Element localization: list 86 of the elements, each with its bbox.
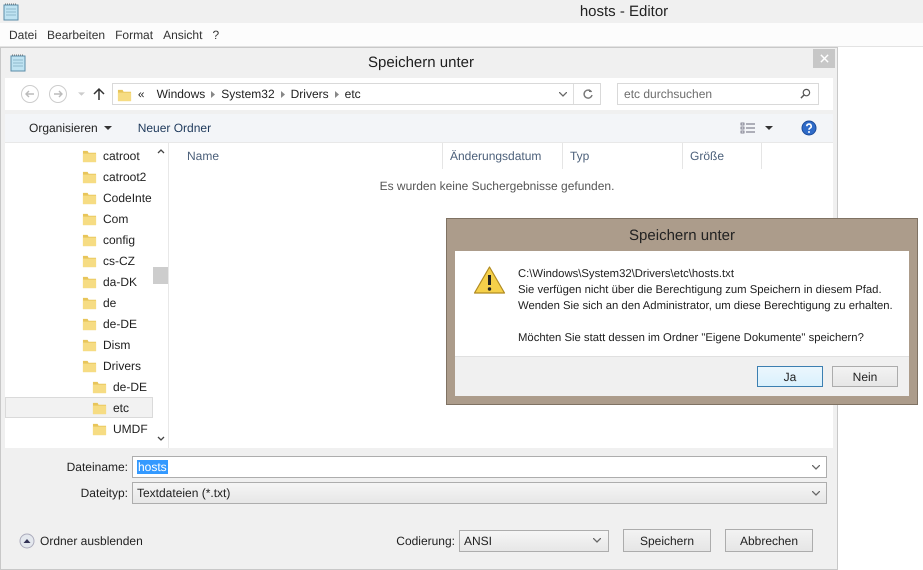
scroll-up-icon[interactable] [156,149,164,154]
menu-item[interactable]: Bearbeiten [42,28,110,42]
tree-item[interactable]: Dism [5,334,153,355]
empty-message: Es wurden keine Suchergebnisse gefunden. [378,179,616,193]
breadcrumb-overflow[interactable]: « [138,87,145,101]
tree-item[interactable]: da-DK [5,271,153,292]
folder-icon [82,211,97,226]
new-folder-button[interactable]: Neuer Ordner [128,121,222,135]
chevron-down-icon[interactable] [593,538,601,543]
caret-icon [104,126,112,130]
encoding-dropdown[interactable]: ANSI [459,530,609,552]
help-icon[interactable] [801,120,817,136]
collapse-icon [19,532,35,548]
folder-icon [82,169,97,184]
up-arrow-icon[interactable] [92,87,105,101]
folder-icon [82,295,97,310]
column-header[interactable]: Größe [683,143,762,169]
breadcrumb-separator-icon[interactable] [280,90,285,98]
chevron-down-icon[interactable] [812,464,820,470]
folder-icon [92,379,107,394]
folder-icon [82,148,97,163]
message-title: Speichern unter [628,226,736,246]
breadcrumb-segment[interactable]: System32 [221,87,275,101]
tree-item[interactable]: Drivers [5,355,153,376]
warning-icon [473,266,506,294]
hide-folders-button[interactable]: Ordner ausblenden [19,532,143,548]
scroll-thumb[interactable] [153,267,168,284]
list-view-icon[interactable] [740,122,756,134]
folder-icon [92,400,107,415]
menu-item[interactable]: Datei [4,28,42,42]
folder-icon [82,337,97,352]
field-label: Codierung: [396,534,455,548]
folder-icon [82,316,97,331]
close-icon [820,54,828,63]
message-text: Sie verfügen nicht über die Berechtigung zum Speichern in diesem Pfad. [518,283,883,298]
folder-icon [82,232,97,247]
field-label: Dateityp: [80,486,129,500]
breadcrumb-separator-icon[interactable] [211,90,216,98]
window-title: hosts - Editor [580,3,668,20]
tree-item[interactable]: de-DE [5,376,153,397]
folder-icon [82,253,97,268]
refresh-icon[interactable] [582,88,594,100]
column-header[interactable]: Name [171,143,443,169]
tree-item[interactable]: config [5,229,153,250]
dialog-button[interactable]: Abbrechen [725,529,813,552]
breadcrumb-segment[interactable]: Drivers [290,87,329,101]
menu-item[interactable]: Format [110,28,158,42]
notepad-icon [3,2,19,20]
filetype-dropdown[interactable]: Textdateien (*.txt) [132,482,827,504]
menu-item[interactable]: ? [207,28,224,42]
tree-item[interactable]: cs-CZ [5,250,153,271]
search-icon [800,88,812,99]
scroll-down-icon[interactable] [156,436,164,441]
tree-item[interactable]: catroot2 [5,166,153,187]
message-button[interactable]: Ja [757,366,823,387]
folder-icon [82,274,97,289]
notepad-icon [10,54,26,72]
message-question: Möchten Sie statt dessen im Ordner "Eigene Dokumente" speichern? [518,331,865,346]
chevron-down-icon[interactable] [559,92,568,96]
search-field[interactable]: etc durchsuchen [617,83,820,105]
tree-item[interactable]: catroot [5,145,153,166]
tree-item[interactable]: etc [5,397,153,418]
message-text: C:\Windows\System32\Drivers\etc\hosts.txt [518,267,735,282]
address-bar[interactable]: « Windows System32 Drivers etc [112,83,602,105]
tree-item[interactable]: CodeInte [5,187,153,208]
chevron-down-icon[interactable] [812,490,820,496]
tree-item[interactable]: UMDF [5,418,153,439]
breadcrumb-separator-icon[interactable] [334,90,339,98]
dropdown-caret-icon[interactable] [765,126,773,130]
tree-item[interactable]: de [5,292,153,313]
breadcrumb-segment[interactable]: Windows [156,87,206,101]
field-label: Dateiname: [66,460,129,474]
column-header[interactable]: Änderungsdatum [443,143,563,169]
menu-item[interactable]: Ansicht [158,28,208,42]
folder-icon [82,358,97,373]
breadcrumb-segment[interactable]: etc [344,87,361,101]
folder-icon [82,190,97,205]
folder-icon [92,421,107,436]
tree-item[interactable]: Com [5,208,153,229]
dialog-title: Speichern unter [368,54,474,71]
tree-item[interactable]: de-DE [5,313,153,334]
message-button[interactable]: Nein [832,366,898,387]
organize-button[interactable]: Organisieren [19,121,122,135]
dialog-button[interactable]: Speichern [623,529,711,552]
column-header[interactable]: Typ [563,143,683,169]
message-text: Wenden Sie sich an den Administrator, um diese Berechtigung zu erhalten. [518,299,893,314]
